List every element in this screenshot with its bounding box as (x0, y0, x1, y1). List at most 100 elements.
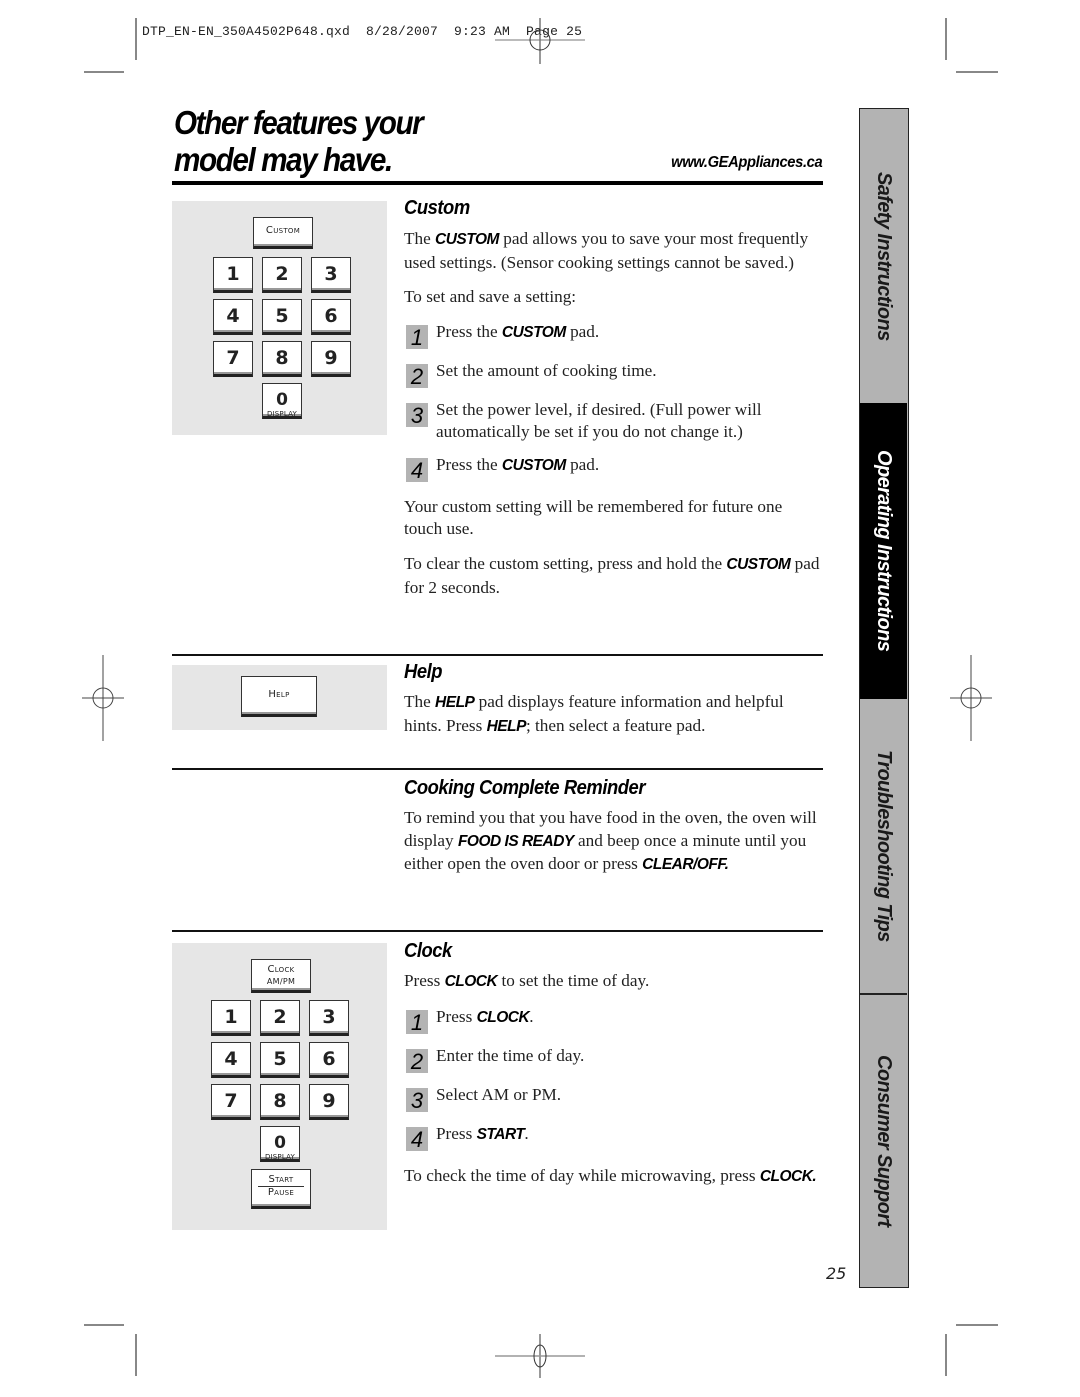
step-item: 1 Press the CUSTOM pad. (404, 321, 824, 360)
ampm-key-label: AM/PM (266, 977, 296, 986)
tab-label: Troubleshooting Tips (873, 750, 895, 942)
text: Press the (436, 321, 502, 341)
digit-key[interactable]: 2 (262, 257, 302, 293)
custom-section: Custom The CUSTOM pad allows you to save… (404, 197, 824, 599)
step-item: 1 Press CLOCK. (404, 1006, 824, 1045)
keyword: CUSTOM (435, 231, 499, 248)
title-line-1: Other features your (174, 104, 424, 141)
help-heading: Help (404, 661, 443, 683)
keyword: FOOD IS READY (457, 832, 574, 850)
digit-key[interactable]: 8 (260, 1084, 300, 1120)
digit-key[interactable]: 4 (213, 299, 253, 335)
step-item: 2 Set the amount of cooking time. (404, 360, 824, 399)
step-item: 2 Enter the time of day. (404, 1045, 824, 1084)
tab-operating-instructions[interactable]: Operating Instructions (860, 403, 907, 699)
website-link[interactable]: www.GEAppliances.ca (671, 154, 823, 172)
digit-key[interactable]: 4 (211, 1042, 251, 1078)
title-line-2: model may have. (174, 141, 393, 178)
digit-key[interactable]: 7 (211, 1084, 251, 1120)
step-item: 4 Press the CUSTOM pad. (404, 454, 824, 494)
digit-key[interactable]: 7 (213, 341, 253, 377)
text: to set the time of day. (497, 971, 650, 990)
digit-key[interactable]: 5 (260, 1042, 300, 1078)
step-number-badge: 4 (406, 457, 428, 483)
digit-key[interactable]: 3 (311, 257, 351, 293)
help-key[interactable]: Help (241, 676, 317, 717)
help-description: The HELP pad displays feature informatio… (404, 691, 824, 738)
zero-display-key[interactable]: 0 DISPLAY (262, 383, 302, 419)
step-number-badge: 3 (406, 1087, 428, 1113)
clock-heading: Clock (404, 940, 452, 962)
tab-safety-instructions[interactable]: Safety Instructions (860, 109, 907, 403)
crop-mark (956, 71, 998, 73)
crop-mark (84, 71, 124, 73)
crop-mark (945, 1334, 947, 1376)
zero-display-key[interactable]: 0 DISPLAY (260, 1126, 300, 1162)
digit-key[interactable]: 2 (260, 1000, 300, 1036)
text: pad. (565, 321, 600, 341)
section-divider (172, 654, 823, 656)
digit-key[interactable]: 8 (262, 341, 302, 377)
custom-remember-note: Your custom setting will be remembered f… (404, 496, 783, 539)
custom-steps: 1 Press the CUSTOM pad. 2 Set the amount… (404, 321, 824, 494)
step-number-badge: 2 (406, 1048, 428, 1074)
custom-key-label: Custom (265, 225, 301, 236)
display-key-label: DISPLAY (266, 410, 298, 418)
text: The (404, 692, 436, 711)
reminder-section: Cooking Complete Reminder To remind you … (404, 777, 824, 877)
clock-section: Clock Press CLOCK to set the time of day… (404, 940, 824, 1188)
text: pad. (565, 454, 600, 474)
text: The (404, 229, 436, 248)
step-number-badge: 2 (406, 363, 428, 389)
digit-key[interactable]: 5 (262, 299, 302, 335)
start-key-label: Start (258, 1174, 304, 1187)
keyword: START (476, 1125, 525, 1143)
text: Press the (436, 454, 502, 474)
digit-key[interactable]: 9 (309, 1084, 349, 1120)
step-number-badge: 1 (406, 324, 428, 350)
clock-intro: Press CLOCK to set the time of day. (404, 970, 824, 994)
keyword: HELP (435, 694, 475, 711)
tab-label: Consumer Support (873, 1055, 895, 1227)
custom-heading: Custom (404, 197, 470, 219)
clock-ampm-key[interactable]: Clock AM/PM (251, 959, 311, 993)
keyword: CLOCK (444, 973, 498, 990)
tab-label: Safety Instructions (873, 171, 895, 341)
custom-intro: The CUSTOM pad allows you to save your m… (404, 228, 824, 274)
text: Press (404, 971, 445, 990)
digit-key[interactable]: 6 (311, 299, 351, 335)
text: Set the amount of cooking time. (436, 360, 657, 380)
digit-key[interactable]: 1 (213, 257, 253, 293)
tab-troubleshooting-tips[interactable]: Troubleshooting Tips (860, 699, 907, 993)
keyword: CLOCK (476, 1008, 530, 1026)
step-number-badge: 3 (406, 402, 428, 428)
crop-mark (135, 1334, 137, 1376)
crop-mark (956, 1324, 998, 1326)
custom-key[interactable]: Custom (253, 217, 313, 249)
digit-key[interactable]: 3 (309, 1000, 349, 1036)
page-title: Other features your model may have. (174, 104, 424, 178)
digit-key[interactable]: 9 (311, 341, 351, 377)
step-number-badge: 1 (406, 1009, 428, 1035)
clock-key-label: Clock (267, 964, 295, 975)
custom-clear-note: To clear the custom setting, press and h… (404, 553, 824, 599)
digit-key[interactable]: 6 (309, 1042, 349, 1078)
reminder-heading: Cooking Complete Reminder (404, 777, 646, 799)
digit-key[interactable]: 1 (211, 1000, 251, 1036)
tab-consumer-support[interactable]: Consumer Support (860, 995, 907, 1287)
display-key-label: DISPLAY (264, 1153, 296, 1161)
start-pause-key[interactable]: Start Pause (251, 1169, 311, 1209)
custom-keypad-panel: Custom 1 2 3 4 5 6 7 8 9 0 DISPLAY (172, 201, 387, 435)
section-divider (172, 768, 823, 770)
registration-mark-bottom (495, 1334, 585, 1378)
step-number-badge: 4 (406, 1126, 428, 1152)
custom-lead: To set and save a setting: (404, 287, 577, 307)
clock-check-note: To check the time of day while microwavi… (404, 1165, 824, 1189)
header-rule (172, 181, 823, 185)
keyword: CLOCK. (759, 1167, 817, 1185)
text: To check the time of day while microwavi… (404, 1165, 760, 1185)
tab-label: Operating Instructions (873, 450, 895, 652)
registration-mark-right (950, 655, 992, 741)
help-key-label: Help (268, 689, 290, 700)
text: To clear the custom setting, press and h… (404, 553, 727, 573)
